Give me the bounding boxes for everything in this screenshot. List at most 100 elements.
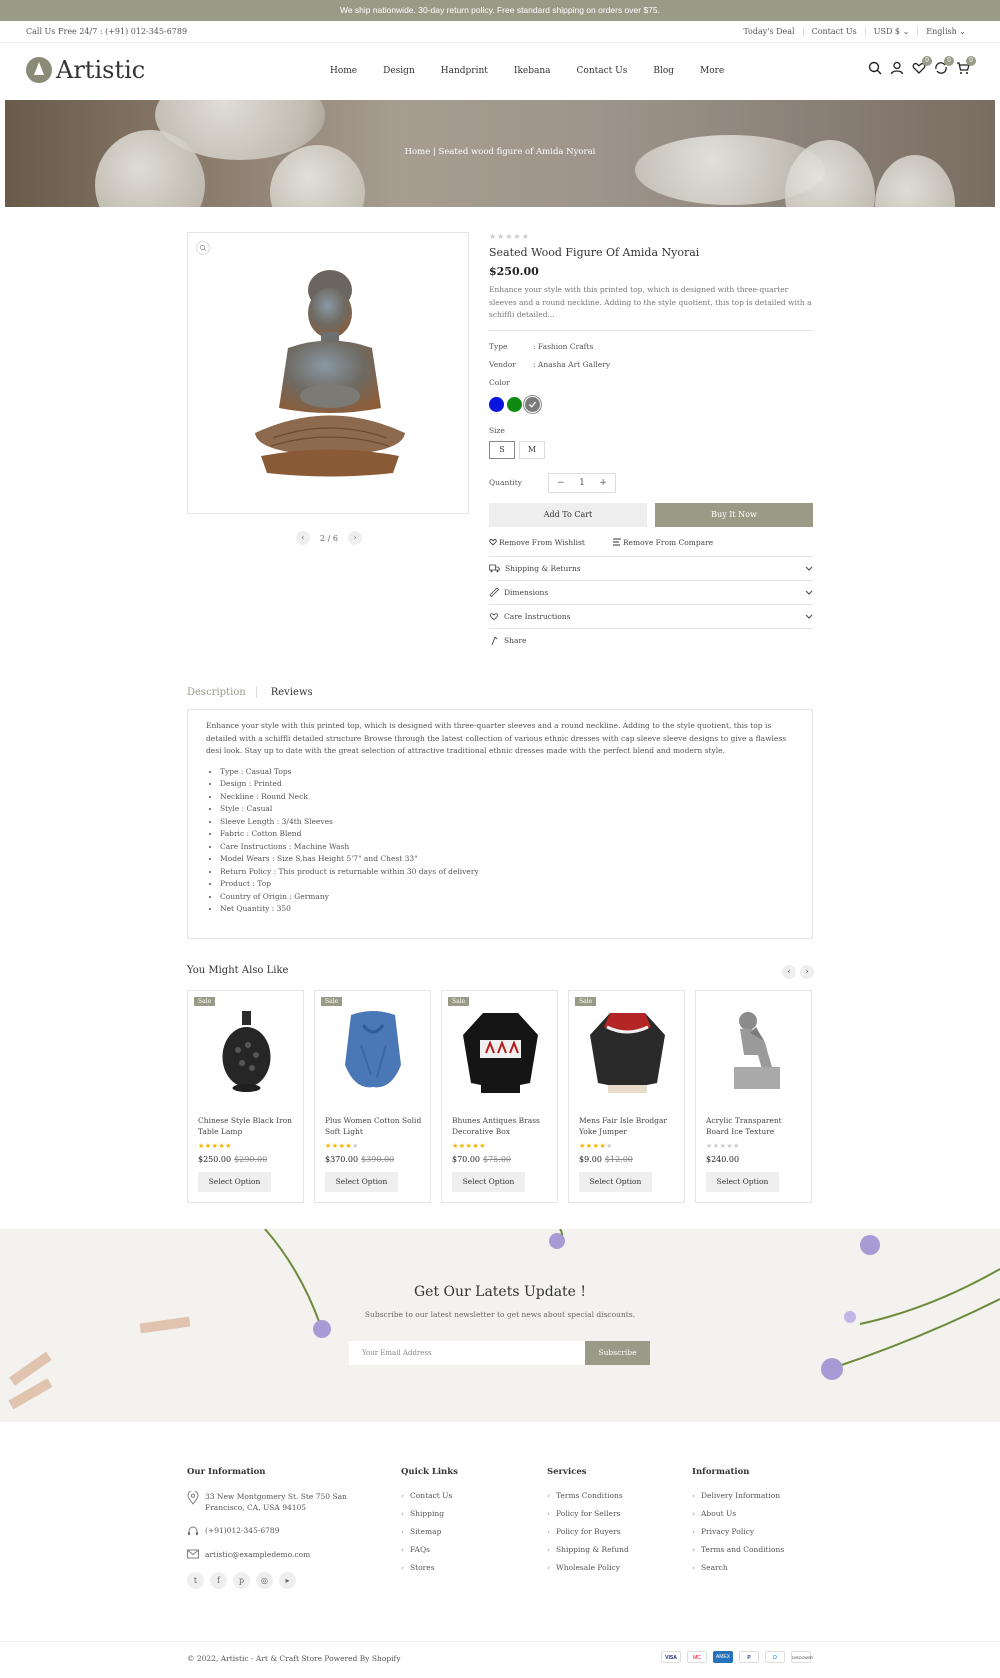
nav-design[interactable]: Design [383,66,415,76]
product-name[interactable]: Chinese Style Black Iron Table Lamp [198,1115,298,1137]
footer-link[interactable]: Privacy Policy [692,1527,784,1536]
breadcrumb-home[interactable]: Home | [405,147,436,157]
nav-ikebana[interactable]: Ikebana [514,66,551,76]
footer-link[interactable]: Terms Conditions [547,1491,629,1500]
list-icon [612,538,621,546]
color-swatch-green[interactable] [507,396,522,412]
todays-deal-link[interactable]: Today's Deal [735,27,802,36]
footer-link[interactable]: Terms and Conditions [692,1545,784,1554]
select-option-button[interactable]: Select Option [198,1172,271,1192]
product-name[interactable]: Bhunes Antiques Brass Decorative Box [452,1115,552,1137]
quantity-input[interactable]: 1 [579,478,585,488]
product-tabs: Description Reviews [187,687,313,698]
footer-link[interactable]: Stores [401,1563,458,1572]
footer-link[interactable]: Sitemap [401,1527,458,1536]
color-swatch-grey[interactable] [525,396,540,412]
product-card[interactable]: Sale Mens Fair Isle Brodgar Yoke Jumper … [568,990,685,1203]
quantity-row: Quantity − 1 + [489,472,813,493]
quantity-decrease-button[interactable]: − [557,478,565,488]
discover-icon: DISCOVER [791,1651,813,1663]
product-stars: ★★★★★ [325,1142,359,1150]
logo[interactable]: Artistic [26,56,145,84]
product-price: $240.00 [706,1155,739,1164]
visa-icon: VISA [661,1651,681,1663]
share-row[interactable]: Share [489,629,813,653]
instagram-icon[interactable]: ◎ [256,1572,273,1589]
related-next-button[interactable]: › [800,965,814,979]
remove-wishlist-link[interactable]: Remove From Wishlist [489,538,599,547]
nav-home[interactable]: Home [330,66,357,76]
footer-link[interactable]: FAQs [401,1545,458,1554]
size-option-m[interactable]: M [519,440,545,459]
currency-select[interactable]: USD $ ⌄ [864,27,918,36]
product-price: $370.00 $390.00 [325,1155,394,1164]
add-to-cart-button[interactable]: Add To Cart [489,502,647,527]
product-card[interactable]: Sale Bhunes Antiques Brass Decorative Bo… [441,990,558,1203]
select-option-button[interactable]: Select Option [706,1172,779,1192]
size-option-s[interactable]: S [489,440,515,459]
footer-link[interactable]: Contact Us [401,1491,458,1500]
star-icon: ★ [479,1142,486,1150]
gallery-next-button[interactable]: › [347,531,362,545]
product-card[interactable]: Acrylic Transparent Board Ice Texture ★★… [695,990,812,1203]
compare-icon[interactable]: 0 [934,56,954,75]
product-image-frame[interactable] [187,232,469,514]
product-name[interactable]: Acrylic Transparent Board Ice Texture [706,1115,806,1137]
select-option-button[interactable]: Select Option [452,1172,525,1192]
divider [489,329,813,331]
map-pin-icon [187,1491,199,1505]
footer-link[interactable]: Shipping [401,1509,458,1518]
contact-us-link[interactable]: Contact Us [802,27,865,36]
footer-link[interactable]: Policy for Sellers [547,1509,629,1518]
related-prev-button[interactable]: ‹ [782,965,796,979]
email-field[interactable]: Your Email Address [349,1341,585,1365]
footer-link[interactable]: Delivery Information [692,1491,784,1500]
remove-compare-link[interactable]: Remove From Compare [612,538,727,547]
gallery-prev-button[interactable]: ‹ [296,531,310,545]
language-select[interactable]: English ⌄ [917,27,974,36]
product-name[interactable]: Plus Women Cotton Solid Soft Light [325,1115,425,1137]
buy-now-button[interactable]: Buy It Now [655,502,813,527]
spec-item: Country of Origin : Germany [220,891,794,904]
nav-handprint[interactable]: Handprint [441,66,488,76]
sale-price: $250.00 [198,1155,232,1164]
footer-link[interactable]: About Us [692,1509,784,1518]
product-card[interactable]: Sale Plus Women Cotton Solid Soft Light … [314,990,431,1203]
search-icon[interactable] [868,61,882,75]
footer-link[interactable]: Search [692,1563,784,1572]
subscribe-button[interactable]: Subscribe [585,1341,650,1365]
vendor-value[interactable]: : Anasha Art Gallery [533,360,610,369]
pinterest-icon[interactable]: p [233,1572,250,1589]
zoom-icon[interactable] [196,241,210,255]
cart-icon[interactable]: 0 [956,56,976,75]
footer-phone-text[interactable]: (+91)012-345-6789 [205,1525,279,1537]
footer-email-text[interactable]: artistic@exampledemo.com [205,1549,310,1560]
product-card[interactable]: Sale Chinese Style Black Iron Table Lamp… [187,990,304,1203]
accordion-care-instructions[interactable]: Care Instructions [489,605,813,629]
youtube-icon[interactable]: ▸ [279,1572,296,1589]
tab-reviews[interactable]: Reviews [257,687,313,698]
nav-contact-us[interactable]: Contact Us [577,66,628,76]
tab-description[interactable]: Description [187,687,257,698]
select-option-button[interactable]: Select Option [579,1172,652,1192]
blue-scarf-image [345,1011,401,1088]
account-icon[interactable] [890,61,904,75]
share-icon [491,636,498,645]
product-name[interactable]: Mens Fair Isle Brodgar Yoke Jumper [579,1115,679,1137]
accordion-shipping-returns[interactable]: Shipping & Returns [489,557,813,581]
footer-link[interactable]: Policy for Buyers [547,1527,629,1536]
wishlist-icon[interactable]: 0 [912,56,932,75]
facebook-icon[interactable]: f [210,1572,227,1589]
nav-blog[interactable]: Blog [653,66,674,76]
twitter-icon[interactable]: t [187,1572,204,1589]
nav-more[interactable]: More [700,66,724,76]
footer-link[interactable]: Wholesale Policy [547,1563,629,1572]
sale-price: $70.00 [452,1155,480,1164]
accordion-dimensions[interactable]: Dimensions [489,581,813,605]
select-option-button[interactable]: Select Option [325,1172,398,1192]
main-nav: Home Design Handprint Ikebana Contact Us… [330,66,750,76]
quantity-increase-button[interactable]: + [599,478,607,488]
footer-link[interactable]: Shipping & Refund [547,1545,629,1554]
newsletter-title: Get Our Latets Update ! [413,1284,587,1300]
color-swatch-blue[interactable] [489,396,504,412]
